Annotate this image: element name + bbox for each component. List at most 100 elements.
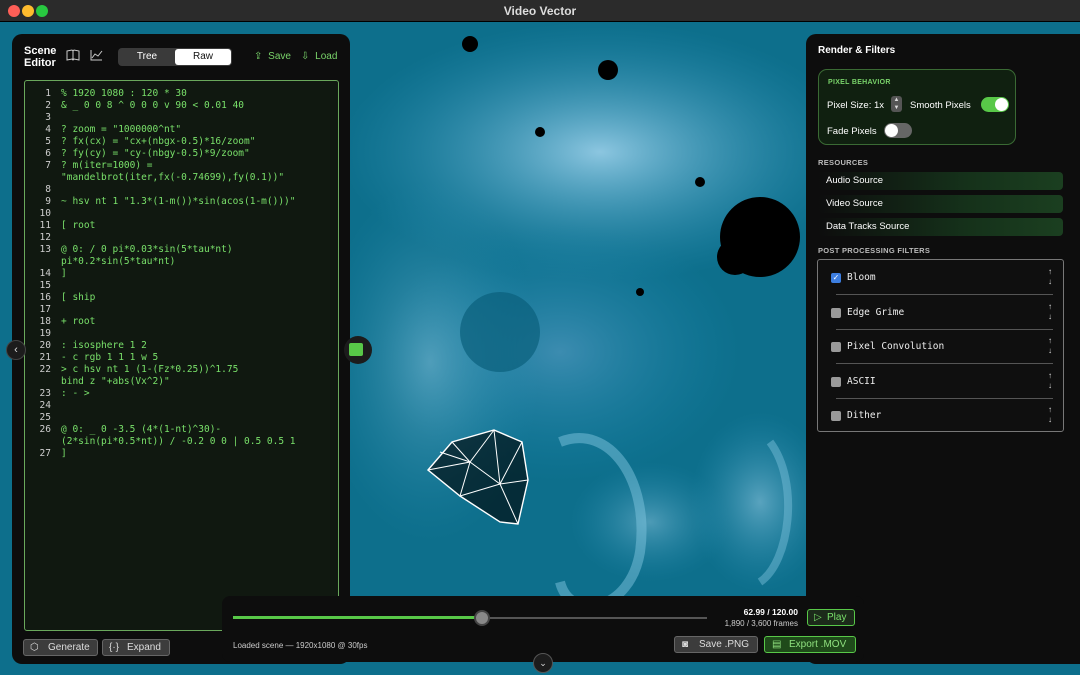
play-label: Play — [827, 612, 847, 623]
code-text: > c hsv nt 1 (1-(Fz*0.25))^1.75 — [61, 364, 239, 375]
code-line[interactable]: 4 ? zoom = "1000000^nt" — [25, 124, 338, 136]
line-number: 26 — [39, 424, 51, 435]
save-scene-button[interactable]: ⇪ Save — [254, 51, 291, 62]
filter-checkbox[interactable]: ✓ — [831, 273, 841, 283]
code-line[interactable]: 20: isosphere 1 2 — [25, 340, 338, 352]
code-line[interactable]: pi*0.2*sin(5*tau*nt) — [25, 256, 338, 268]
reorder-icon[interactable]: ↑ ↓ — [1048, 371, 1052, 391]
code-line[interactable]: 10 — [25, 208, 338, 220]
code-line[interactable]: 12 — [25, 232, 338, 244]
code-line[interactable]: 22 > c hsv nt 1 (1-(Fz*0.25))^1.75 — [25, 364, 338, 376]
pixel-size-stepper[interactable]: ▲ ▼ — [891, 96, 902, 112]
code-line[interactable]: 16 [ ship — [25, 292, 338, 304]
code-line[interactable]: 7 ? m(iter=1000) = — [25, 160, 338, 172]
code-text: : - > — [61, 388, 90, 399]
code-text: ] — [61, 268, 67, 279]
code-line[interactable]: 26 @ 0: _ 0 -3.5 (4*(1-nt)^30)- — [25, 424, 338, 436]
code-line[interactable]: 23: - > — [25, 388, 338, 400]
line-number: 7 — [45, 160, 51, 171]
timeline-scrubber[interactable] — [473, 610, 490, 626]
collapse-bottom-button[interactable]: ⌄ — [533, 653, 553, 673]
view-mode-segmented: Tree Raw — [118, 48, 232, 66]
resource-data-tracks-source[interactable]: Data Tracks Source — [818, 218, 1063, 236]
code-text: ~ hsv nt 1 "1.3*(1-m())*sin(acos(1-m()))… — [61, 196, 296, 207]
toggle-panel-button[interactable] — [344, 336, 372, 364]
chevron-left-icon: ‹ — [14, 344, 18, 356]
code-line[interactable]: bind z "+abs(Vx^2)" — [25, 376, 338, 388]
generate-button[interactable]: ⬡ Generate — [23, 639, 98, 656]
code-line[interactable]: 9 ~ hsv nt 1 "1.3*(1-m())*sin(acos(1-m())… — [25, 196, 338, 208]
resource-video-source[interactable]: Video Source — [818, 195, 1063, 213]
code-line[interactable]: 24 — [25, 400, 338, 412]
book-icon[interactable] — [66, 49, 80, 64]
line-number: 24 — [39, 400, 51, 411]
line-number: 21 — [39, 352, 51, 363]
code-line[interactable]: 25 — [25, 412, 338, 424]
collapse-left-button[interactable]: ‹ — [6, 340, 26, 360]
tab-raw[interactable]: Raw — [175, 49, 231, 65]
smooth-pixels-label: Smooth Pixels — [910, 100, 971, 111]
upload-icon: ⇪ — [254, 51, 263, 62]
code-line[interactable]: 14] — [25, 268, 338, 280]
filter-name: Bloom — [847, 272, 876, 283]
reorder-icon[interactable]: ↑ ↓ — [1048, 267, 1052, 287]
filter-item[interactable]: Edge Grime ↑ ↓ — [818, 296, 1063, 330]
code-line[interactable]: 18 + root — [25, 316, 338, 328]
code-text: ? fx(cx) = "cx+(nbgx-0.5)*16/zoom" — [61, 136, 256, 147]
code-line[interactable]: "mandelbrot(iter,fx(-0.74699),fy(0.1))" — [25, 172, 338, 184]
reorder-icon[interactable]: ↑ ↓ — [1048, 336, 1052, 356]
code-line[interactable]: 5 ? fx(cx) = "cx+(nbgx-0.5)*16/zoom" — [25, 136, 338, 148]
reorder-icon[interactable]: ↑ ↓ — [1048, 302, 1052, 322]
filter-checkbox[interactable] — [831, 411, 841, 421]
line-number: 19 — [39, 328, 51, 339]
play-icon: ▷ — [814, 612, 822, 623]
code-line[interactable]: 2 & _ 0 0 8 ^ 0 0 0 v 90 < 0.01 40 — [25, 100, 338, 112]
code-line[interactable]: 6 ? fy(cy) = "cy-(nbgy-0.5)*9/zoom" — [25, 148, 338, 160]
line-number: 14 — [39, 268, 51, 279]
chart-icon[interactable] — [90, 49, 103, 64]
timeline-track[interactable] — [233, 616, 707, 619]
code-line[interactable]: 3 — [25, 112, 338, 124]
filter-item[interactable]: ASCII ↑ ↓ — [818, 365, 1063, 399]
code-text: "mandelbrot(iter,fx(-0.74699),fy(0.1))" — [61, 172, 285, 183]
line-number: 6 — [45, 148, 51, 159]
code-line[interactable]: 21 - c rgb 1 1 1 w 5 — [25, 352, 338, 364]
expand-button[interactable]: {·} Expand — [102, 639, 170, 656]
line-number: 3 — [45, 112, 51, 123]
filter-item[interactable]: Dither ↑ ↓ — [818, 399, 1063, 433]
code-text: @ 0: / 0 pi*0.03*sin(5*tau*nt) — [61, 244, 233, 255]
code-line[interactable]: 27] — [25, 448, 338, 460]
filter-item[interactable]: Pixel Convolution ↑ ↓ — [818, 330, 1063, 364]
filter-item[interactable]: ✓ Bloom ↑ ↓ — [818, 261, 1063, 295]
code-line[interactable]: 8 — [25, 184, 338, 196]
filter-checkbox[interactable] — [831, 376, 841, 387]
save-png-button[interactable]: ◙ Save .PNG — [674, 636, 758, 653]
exit-icon — [349, 343, 363, 356]
code-editor[interactable]: 1 % 1920 1080 : 120 * 30 2 & _ 0 0 8 ^ 0 0 … — [24, 80, 339, 631]
expand-label: Expand — [127, 642, 161, 653]
filter-checkbox[interactable] — [831, 342, 841, 352]
code-line[interactable]: (2*sin(pi*0.5*nt)) / -0.2 0 0 | 0.5 0.5 … — [25, 436, 338, 448]
line-number: 18 — [39, 316, 51, 327]
code-line[interactable]: 1 % 1920 1080 : 120 * 30 — [25, 88, 338, 100]
resource-audio-source[interactable]: Audio Source — [818, 172, 1063, 190]
pixel-behavior-heading: PIXEL BEHAVIOR — [828, 79, 891, 86]
code-line[interactable]: 19 — [25, 328, 338, 340]
tab-tree[interactable]: Tree — [119, 49, 175, 65]
line-number: 5 — [45, 136, 51, 147]
load-scene-button[interactable]: ⇩ Load — [301, 51, 337, 62]
camera-icon: ◙ — [682, 639, 689, 650]
export-mov-button[interactable]: ▤ Export .MOV — [764, 636, 856, 653]
film-icon: ▤ — [772, 639, 782, 650]
pixel-size-label: Pixel Size: 1x — [827, 100, 885, 111]
reorder-icon[interactable]: ↑ ↓ — [1048, 405, 1052, 425]
play-button[interactable]: ▷ Play — [807, 609, 855, 626]
fade-pixels-toggle[interactable] — [884, 123, 912, 138]
code-line[interactable]: 11 [ root — [25, 220, 338, 232]
code-line[interactable]: 13 @ 0: / 0 pi*0.03*sin(5*tau*nt) — [25, 244, 338, 256]
smooth-pixels-toggle[interactable] — [981, 97, 1009, 112]
filter-checkbox[interactable] — [831, 307, 841, 318]
code-line[interactable]: 15 — [25, 280, 338, 292]
code-line[interactable]: 17 — [25, 304, 338, 316]
line-number: 10 — [39, 208, 51, 219]
